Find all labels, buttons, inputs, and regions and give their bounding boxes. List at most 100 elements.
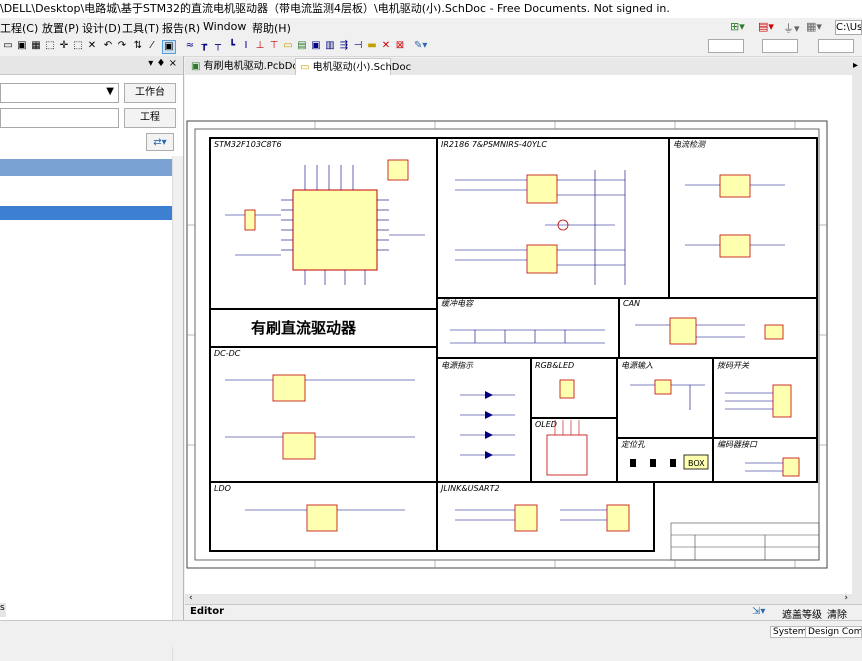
sheet-symbol-icon[interactable]: ▤ [296,40,308,52]
no-erc-icon[interactable]: ✕ [380,40,392,52]
gate-driver-1[interactable] [526,174,558,204]
tab-menu-icon[interactable]: ▸ [853,60,858,71]
compile-mask-icon[interactable]: ⊠ [394,40,406,52]
ground-icon[interactable]: ⊤ [268,40,280,52]
text-icon[interactable]: ✎▾ [414,40,427,52]
harness-icon[interactable]: ⇶ [338,40,350,52]
menu-reports[interactable]: 报告(R) [162,20,200,36]
title-bar: \DELL\Desktop\电路城\基于STM32的直流电机驱动器（带电流监测4… [0,0,862,18]
menu-design[interactable]: 设计(D) [82,20,121,36]
usart-connector[interactable] [606,504,630,532]
part-icon[interactable]: ▭ [282,40,294,52]
workspace-button[interactable]: 工作台 [124,83,176,103]
schematic-canvas[interactable]: STM32F103C8T6 IR2186 7&PSMNIRS-40YLC 电流检… [185,75,852,604]
toolbar-extra-icon-3[interactable]: ⏚▾ [783,20,800,36]
toolbar-extra-icon[interactable]: ⊞▾ [730,20,745,33]
project-options-button[interactable]: ⇄▾ [146,133,174,151]
block-title-ldo: LDO [214,484,231,493]
rgb-led[interactable] [559,379,575,399]
block-title-power-ind: 电源指示 [441,361,474,370]
tree-row-selected[interactable] [0,206,172,220]
dcdc-regulator-1[interactable] [272,374,306,402]
panel-scrollbar[interactable] [172,156,183,661]
zoom-combo[interactable] [708,39,744,53]
horizontal-scrollbar[interactable]: ‹ › [185,593,852,604]
toolbar-extra-icon-4[interactable]: ▦▾ [806,20,822,33]
can-transceiver[interactable] [669,317,697,345]
netlabel-icon[interactable]: ┗ [226,40,238,52]
clear-button[interactable]: 清除 [827,606,847,621]
jlink-connector[interactable] [514,504,538,532]
reset-part[interactable] [244,209,256,231]
vertical-scrollbar[interactable] [852,75,862,604]
projects-panel: ▾ ♦ × ▼ 工作台 工程 ⇄▾ s [0,56,184,661]
scroll-left-icon[interactable]: ‹ [189,593,193,603]
crystal-part[interactable] [387,159,409,181]
tree-row-project[interactable] [0,159,172,176]
menu-window[interactable]: Window [203,20,246,33]
tree-row-1[interactable] [0,176,172,191]
power-input-connector[interactable] [654,379,672,395]
toolbar-extra-icon-2[interactable]: ▤▾ [758,20,774,33]
design-compiler-button[interactable]: Design Compil [805,626,862,638]
system-button[interactable]: System [770,626,810,638]
block-title-jlink: JLINK&USART2 [439,484,500,493]
redo-icon[interactable]: ↷ [116,40,128,52]
brush-icon[interactable]: ⁄ [146,40,158,52]
window-title: \DELL\Desktop\电路城\基于STM32的直流电机驱动器（带电流监测4… [0,2,670,15]
bus-icon[interactable]: ┲ [198,40,210,52]
editor-tab[interactable]: Editor [190,606,224,617]
zoom-fit-icon[interactable]: ⬚ [44,40,56,52]
hierarchy-icon[interactable]: ⇅ [132,40,144,52]
bus-entry-icon[interactable]: ┬ [212,40,224,52]
undo-icon[interactable]: ↶ [102,40,114,52]
panel-pin-icon[interactable]: ▾ ♦ × [148,58,177,69]
block-title-mount: 定位孔 [621,440,646,449]
block-title-rgb: RGB&LED [535,361,574,370]
menu-bar: 工程(C) 放置(P) 设计(D) 工具(T) 报告(R) Window 帮助(… [0,18,862,37]
save-icon[interactable]: ▣ [16,40,28,52]
can-connector[interactable] [764,324,784,340]
wire-icon[interactable]: ≈ [184,40,196,52]
harness-entry-icon[interactable]: ⊣ [352,40,364,52]
grid-combo[interactable] [762,39,798,53]
snap-combo[interactable] [818,39,854,53]
editor-bar: Editor ⇲▾ 遮盖等级 清除 [185,604,862,621]
signal-icon[interactable]: Ⅰ [240,40,252,52]
sheet-entry-icon[interactable]: ▣ [310,40,322,52]
select-icon[interactable]: ⬚ [72,40,84,52]
tab-schdoc-label: 电机驱动(小).SchDoc [312,62,412,73]
dcdc-regulator-2[interactable] [282,432,316,460]
current-amp-1[interactable] [719,174,751,198]
port-icon[interactable]: ▬ [366,40,378,52]
path-field[interactable]: C:\Us [835,20,862,35]
workspace-combo[interactable]: ▼ [0,83,119,103]
filter-icon[interactable]: ⇲▾ [752,606,765,617]
mask-level-button[interactable]: 遮盖等级 [782,606,822,621]
cross-probe-icon[interactable]: ▣ [162,40,176,54]
project-combo[interactable] [0,108,119,128]
current-amp-2[interactable] [719,234,751,258]
menu-project[interactable]: 工程(C) [0,20,38,36]
tab-pcb[interactable]: ▣ 有刷电机驱动.PcbDoc * [187,58,312,75]
power-port-icon[interactable]: ⊥ [254,40,266,52]
deselect-icon[interactable]: ✕ [86,40,98,52]
print-icon[interactable]: ▦ [30,40,42,52]
menu-tools[interactable]: 工具(T) [122,20,159,36]
ldo-regulator[interactable] [306,504,338,532]
device-sheet-icon[interactable]: ▥ [324,40,336,52]
menu-place[interactable]: 放置(P) [42,20,79,36]
gate-driver-2[interactable] [526,244,558,274]
tab-schdoc[interactable]: ▭ 电机驱动(小).SchDoc [295,58,411,75]
open-icon[interactable]: ▭ [2,40,14,52]
block-title-power-in: 电源输入 [621,361,653,370]
panel-tab-edge[interactable]: s [0,603,6,617]
project-button[interactable]: 工程 [124,108,176,128]
move-icon[interactable]: ✛ [58,40,70,52]
tree-row-2[interactable] [0,191,172,206]
mcu-chip[interactable] [292,189,378,271]
scroll-right-icon[interactable]: › [844,593,848,603]
dip-switch[interactable] [772,384,792,418]
menu-help[interactable]: 帮助(H) [252,20,291,36]
encoder-connector[interactable] [782,457,800,477]
